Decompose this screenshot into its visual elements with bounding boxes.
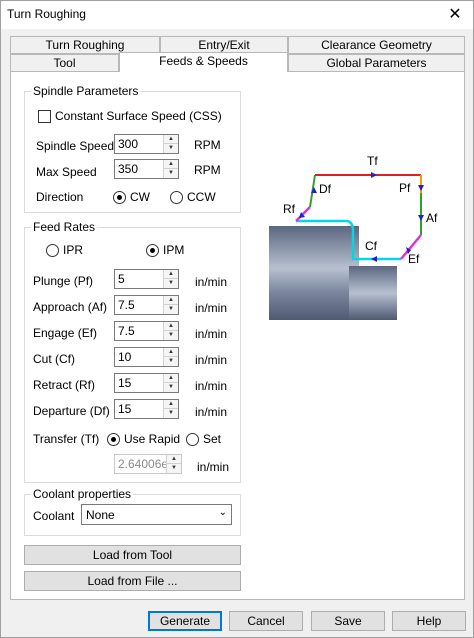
spin-up-icon[interactable]: ▲ [164, 322, 178, 331]
spindle-speed-label: Spindle Speed [36, 139, 115, 153]
help-button[interactable]: Help [392, 611, 466, 631]
spin-down-icon[interactable]: ▼ [164, 169, 178, 178]
spindle-speed-unit: RPM [194, 138, 221, 152]
spin-down-icon[interactable]: ▼ [164, 279, 178, 288]
plunge-unit: in/min [195, 275, 228, 289]
plunge-label: Plunge (Pf) [33, 274, 94, 288]
rf-label: Rf [283, 202, 296, 216]
spin-down-icon[interactable]: ▼ [164, 331, 178, 340]
engage-unit: in/min [195, 327, 228, 341]
stock-body-shade [269, 226, 359, 320]
load-from-tool-button[interactable]: Load from Tool [24, 545, 241, 565]
retract-unit: in/min [195, 379, 228, 393]
max-speed-label: Max Speed [36, 165, 97, 179]
ipm-radio[interactable] [146, 244, 159, 257]
spin-up-icon[interactable]: ▲ [164, 270, 178, 279]
use-rapid-label: Use Rapid [124, 432, 181, 446]
cw-radio[interactable] [113, 191, 126, 204]
set-label: Set [203, 432, 222, 446]
approach-stepper[interactable]: ▲▼ [114, 295, 179, 315]
css-label: Constant Surface Speed (CSS) [55, 109, 222, 123]
tab-feeds-speeds[interactable]: Feeds & Speeds [119, 52, 288, 72]
spin-up-icon[interactable]: ▲ [164, 374, 178, 383]
ipr-label: IPR [63, 243, 84, 257]
feed-rates-legend: Feed Rates [31, 220, 98, 234]
ipr-radio[interactable] [46, 244, 59, 257]
save-button[interactable]: Save [311, 611, 385, 631]
arrow-icon [371, 256, 377, 262]
window-title: Turn Roughing [7, 7, 86, 21]
retract-stepper[interactable]: ▲▼ [114, 373, 179, 393]
tf-label: Tf [367, 154, 378, 168]
approach-label: Approach (Af) [33, 300, 108, 314]
chevron-down-icon: ⌄ [218, 507, 227, 518]
use-rapid-radio[interactable] [107, 433, 120, 446]
coolant-legend: Coolant properties [31, 487, 134, 501]
arrow-icon [371, 172, 377, 178]
coolant-label: Coolant [33, 509, 75, 523]
tab-global-parameters[interactable]: Global Parameters [288, 54, 465, 72]
cut-label: Cut (Cf) [33, 352, 75, 366]
generate-button[interactable]: Generate [148, 611, 222, 631]
spin-up-icon[interactable]: ▲ [164, 296, 178, 305]
pf-label: Pf [399, 181, 411, 195]
arrow-icon [418, 185, 424, 191]
tab-tool[interactable]: Tool [10, 54, 119, 72]
engage-label: Engage (Ef) [33, 326, 98, 340]
spindle-speed-stepper[interactable]: ▲▼ [114, 134, 179, 154]
departure-unit: in/min [195, 405, 228, 419]
direction-label: Direction [36, 190, 84, 204]
cut-stepper[interactable]: ▲▼ [114, 347, 179, 367]
transfer-stepper: ▲▼ [114, 454, 182, 474]
stock-step [349, 266, 397, 320]
coolant-value: None [86, 508, 115, 522]
transfer-unit: in/min [197, 460, 230, 474]
arrow-icon [418, 215, 424, 221]
cut-unit: in/min [195, 353, 228, 367]
feed-path-diagram: Tf Df Rf Pf Af Cf Ef [269, 154, 438, 320]
tab-clearance-geometry[interactable]: Clearance Geometry [288, 36, 465, 54]
ccw-radio[interactable] [170, 191, 183, 204]
spin-down-icon[interactable]: ▼ [164, 305, 178, 314]
cw-label: CW [130, 190, 150, 204]
spin-down-icon[interactable]: ▼ [164, 383, 178, 392]
spin-down-icon[interactable]: ▼ [164, 409, 178, 418]
af-label: Af [426, 211, 438, 225]
retract-path [295, 206, 311, 222]
title-bar: Turn Roughing ✕ [1, 1, 473, 29]
cf-label: Cf [365, 239, 378, 253]
ccw-label: CCW [187, 190, 216, 204]
plunge-stepper[interactable]: ▲▼ [114, 269, 179, 289]
set-radio[interactable] [186, 433, 199, 446]
spin-up-icon[interactable]: ▲ [164, 160, 178, 169]
spin-up-icon[interactable]: ▲ [164, 400, 178, 409]
departure-label: Departure (Df) [33, 404, 110, 418]
spin-up-icon[interactable]: ▲ [164, 348, 178, 357]
close-icon[interactable]: ✕ [445, 5, 465, 25]
df-label: Df [319, 182, 332, 196]
coolant-select[interactable]: None ⌄ [81, 504, 232, 525]
spin-down-icon: ▼ [167, 464, 181, 473]
dialog-window: Turn Roughing ✕ Turn Roughing Entry/Exit… [0, 0, 474, 638]
load-from-file-button[interactable]: Load from File ... [24, 571, 241, 591]
spin-up-icon: ▲ [167, 455, 181, 464]
max-speed-unit: RPM [194, 163, 221, 177]
css-checkbox[interactable] [38, 110, 51, 123]
spindle-legend: Spindle Parameters [31, 84, 141, 98]
transfer-label: Transfer (Tf) [33, 432, 100, 446]
max-speed-stepper[interactable]: ▲▼ [114, 159, 179, 179]
cancel-button[interactable]: Cancel [229, 611, 303, 631]
ef-label: Ef [408, 252, 420, 266]
approach-unit: in/min [195, 301, 228, 315]
engage-stepper[interactable]: ▲▼ [114, 321, 179, 341]
ipm-label: IPM [163, 243, 185, 257]
spin-down-icon[interactable]: ▼ [164, 357, 178, 366]
departure-stepper[interactable]: ▲▼ [114, 399, 179, 419]
retract-label: Retract (Rf) [33, 378, 96, 392]
spin-down-icon[interactable]: ▼ [164, 144, 178, 153]
spin-up-icon[interactable]: ▲ [164, 135, 178, 144]
